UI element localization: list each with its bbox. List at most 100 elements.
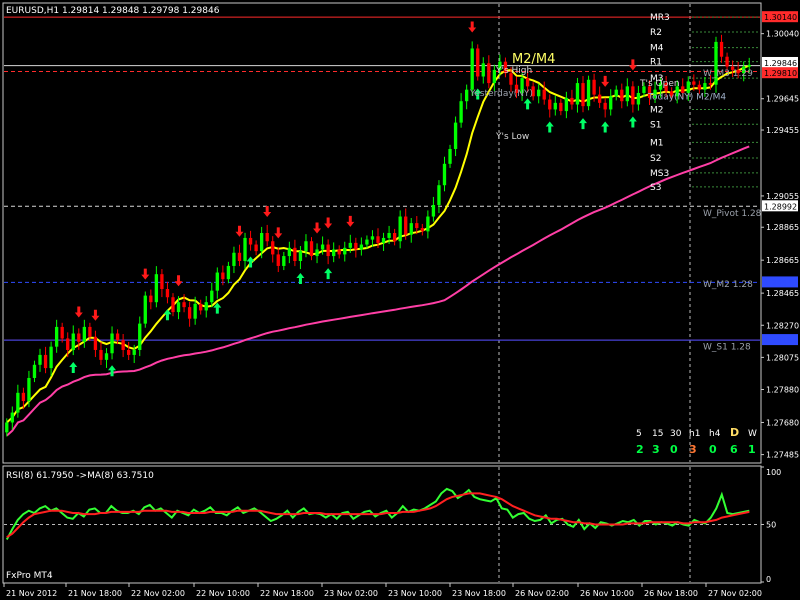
pivot-label: MS3 <box>650 169 669 179</box>
candle-body <box>248 237 253 245</box>
candle-body <box>442 163 447 186</box>
candle-body <box>127 349 131 355</box>
candle-body <box>115 333 120 341</box>
annotation-label: Y's Low <box>495 132 529 142</box>
candle-body <box>370 236 375 240</box>
candle-body <box>154 274 159 303</box>
candle-body <box>359 244 364 250</box>
candle-body <box>392 233 397 242</box>
candle-body <box>276 254 280 266</box>
time-tick-label: 27 Nov 02:00 <box>708 589 762 598</box>
candle-body <box>420 228 424 232</box>
time-tick-label: 26 Nov 18:00 <box>644 589 698 598</box>
candle-body <box>88 326 92 337</box>
candle-body <box>719 41 724 57</box>
candle-body <box>376 236 380 243</box>
candle-body <box>204 302 208 311</box>
candle-body <box>725 56 729 67</box>
candle-body <box>326 244 330 257</box>
annotation-label: W_M3 1.29 <box>703 69 753 79</box>
candle-body <box>620 89 624 102</box>
candle-body <box>104 353 109 360</box>
trading-chart-window: MR3R2M4R1M3M2S1M1S2MS3S3 M2/M4Y's HighYe… <box>0 0 800 600</box>
candle-body <box>337 249 341 255</box>
pivot-label: MR3 <box>650 13 670 23</box>
candle-body <box>404 216 408 235</box>
candle-body <box>199 303 203 311</box>
candle-body <box>343 247 347 255</box>
candle-body <box>708 83 713 85</box>
candle-body <box>182 302 186 308</box>
price-tick-label: 1.28465 <box>766 289 799 298</box>
candle-body <box>187 307 192 319</box>
candle-body <box>221 272 225 280</box>
candle-body <box>226 265 231 280</box>
pivot-label: R2 <box>650 28 662 38</box>
candle-body <box>287 247 292 257</box>
pivot-label: S2 <box>650 154 661 164</box>
price-tick-label: 1.29645 <box>766 95 799 104</box>
price-badge-label: 1.29810 <box>764 69 797 78</box>
time-tick-label: 26 Nov 10:00 <box>580 589 634 598</box>
candle-body <box>631 86 635 105</box>
candle-body <box>132 349 136 355</box>
candle-body <box>160 274 164 290</box>
time-tick-label: 23 Nov 18:00 <box>452 589 506 598</box>
pivot-label: R1 <box>650 58 662 68</box>
annotation-label: Y's High <box>495 66 532 76</box>
candle-body <box>282 256 286 266</box>
candle-body <box>110 333 114 354</box>
broker-label: FxPro MT4 <box>6 571 53 581</box>
candle-body <box>570 97 574 105</box>
pivot-label: S1 <box>650 120 661 130</box>
candle-body <box>38 354 42 365</box>
candle-body <box>265 233 269 242</box>
timeframe-header: h1 <box>689 429 700 439</box>
candle-body <box>171 297 175 313</box>
rsi-tick-label: 50 <box>766 521 776 530</box>
candle-body <box>193 303 197 319</box>
price-tick-label: 1.30040 <box>766 30 799 39</box>
candle-body <box>259 233 264 252</box>
candle-body <box>210 290 214 303</box>
price-tick-label: 1.28865 <box>766 223 799 232</box>
price-tick-label: 1.29055 <box>766 192 799 201</box>
candle-body <box>431 204 436 217</box>
candle-body <box>609 96 613 110</box>
candle-body <box>27 377 31 402</box>
chart-title: EURUSD,H1 1.29814 1.29848 1.29798 1.2984… <box>6 6 220 16</box>
time-tick-label: 21 Nov 18:00 <box>68 589 122 598</box>
price-badge-label: 1.28992 <box>764 202 797 211</box>
candle-body <box>176 302 181 313</box>
candle-body <box>315 249 319 257</box>
candle-body <box>365 239 369 245</box>
candle-body <box>575 83 580 105</box>
price-tick-label: 1.27880 <box>766 386 799 395</box>
candle-body <box>692 81 696 85</box>
candle-body <box>564 97 569 112</box>
candle-body <box>149 295 153 303</box>
candle-body <box>476 48 480 77</box>
candle-body <box>464 89 469 102</box>
candle-body <box>165 289 170 298</box>
candle-body <box>487 63 491 84</box>
candle-body <box>298 251 303 262</box>
candle-body <box>99 349 103 360</box>
candle-body <box>237 252 242 262</box>
annotation-label: T's Open <box>639 79 680 89</box>
candle-body <box>597 94 602 103</box>
candle-body <box>636 92 641 105</box>
candle-body <box>559 102 563 112</box>
timeframe-value: 0 <box>670 443 678 456</box>
candle-body <box>426 216 430 232</box>
candle-body <box>387 233 391 238</box>
candle-body <box>138 323 142 350</box>
price-tick-label: 1.28665 <box>766 256 799 265</box>
candle-body <box>332 249 336 257</box>
candle-body <box>82 326 87 342</box>
candle-body <box>586 79 591 107</box>
candle-body <box>548 99 552 110</box>
timeframe-header: 30 <box>670 429 682 439</box>
candle-body <box>254 244 258 252</box>
price-tick-label: 1.28270 <box>766 321 799 330</box>
